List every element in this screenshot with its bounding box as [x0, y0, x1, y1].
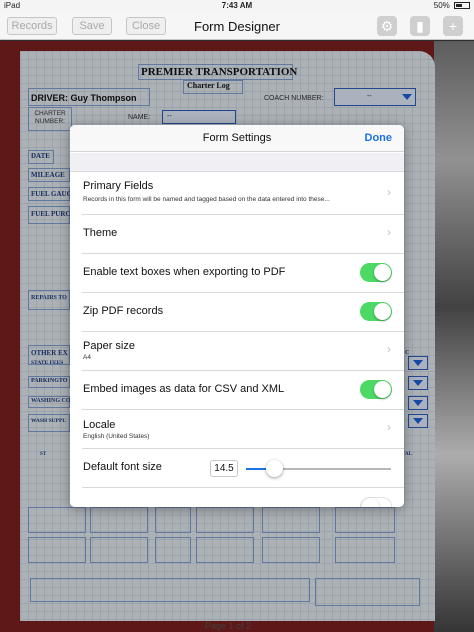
row-label: Primary Fields — [83, 180, 154, 192]
row-label: Locale — [83, 419, 116, 431]
battery-status: 50% — [434, 1, 470, 10]
row-sublabel: Records in this form will be named and t… — [83, 196, 330, 203]
clock: 7:43 AM — [221, 1, 253, 10]
settings-row-embed-images: Embed images as data for CSV and XML — [70, 371, 404, 410]
toggle-knob — [374, 264, 391, 281]
dialog-header: Form Settings Done — [70, 125, 404, 152]
row-label: Paper size — [83, 340, 135, 352]
zip-pdf-toggle[interactable] — [360, 302, 392, 321]
add-icon[interactable]: + — [443, 16, 463, 36]
form-settings-dialog: Form Settings Done Primary Fields Record… — [70, 125, 404, 507]
row-label: Embed images as data for CSV and XML — [83, 383, 285, 395]
row-label: Zip PDF records — [83, 305, 164, 317]
chevron-right-icon: › — [387, 420, 391, 434]
settings-row-paper-size[interactable]: Paper size A4 › — [70, 332, 404, 371]
navigation-bar: Records Save Close Form Designer ⚙ ▮ + — [0, 12, 474, 40]
row-label: Theme — [83, 227, 118, 239]
settings-row-zip-pdf: Zip PDF records — [70, 293, 404, 332]
page-title: Form Designer — [194, 19, 280, 34]
chevron-right-icon: › — [387, 342, 391, 356]
font-size-slider-thumb[interactable] — [266, 460, 283, 477]
row-sublabel: English (United States) — [83, 433, 150, 440]
chevron-right-icon: › — [387, 185, 391, 199]
chevron-right-icon: › — [387, 225, 391, 239]
done-button[interactable]: Done — [365, 132, 393, 144]
battery-percent: 50% — [433, 1, 450, 10]
dialog-title: Form Settings — [202, 132, 272, 144]
settings-row-partial — [70, 488, 404, 507]
embed-images-toggle[interactable] — [360, 380, 392, 399]
toggle-knob — [374, 303, 391, 320]
section-spacer — [70, 153, 404, 172]
settings-row-enable-text-boxes: Enable text boxes when exporting to PDF — [70, 254, 404, 293]
settings-icon[interactable]: ⚙ — [377, 16, 397, 36]
settings-row-locale[interactable]: Locale English (United States) › — [70, 410, 404, 449]
row-label: Enable text boxes when exporting to PDF — [83, 266, 286, 278]
font-size-input[interactable]: 14.5 — [210, 460, 238, 477]
settings-row-default-font-size: Default font size 14.5 — [70, 449, 404, 488]
row-sublabel: A4 — [83, 354, 91, 361]
status-bar: iPad 7:43 AM 50% — [0, 0, 474, 12]
toggle-knob — [374, 381, 391, 398]
enable-text-boxes-toggle[interactable] — [360, 263, 392, 282]
settings-row-theme[interactable]: Theme › — [70, 215, 404, 254]
partial-toggle[interactable] — [360, 497, 392, 507]
row-label: Default font size — [83, 461, 162, 473]
toggle-knob — [362, 498, 379, 507]
document-icon[interactable]: ▮ — [410, 16, 430, 36]
settings-row-primary-fields[interactable]: Primary Fields Records in this form will… — [70, 173, 404, 215]
battery-icon — [454, 2, 470, 9]
